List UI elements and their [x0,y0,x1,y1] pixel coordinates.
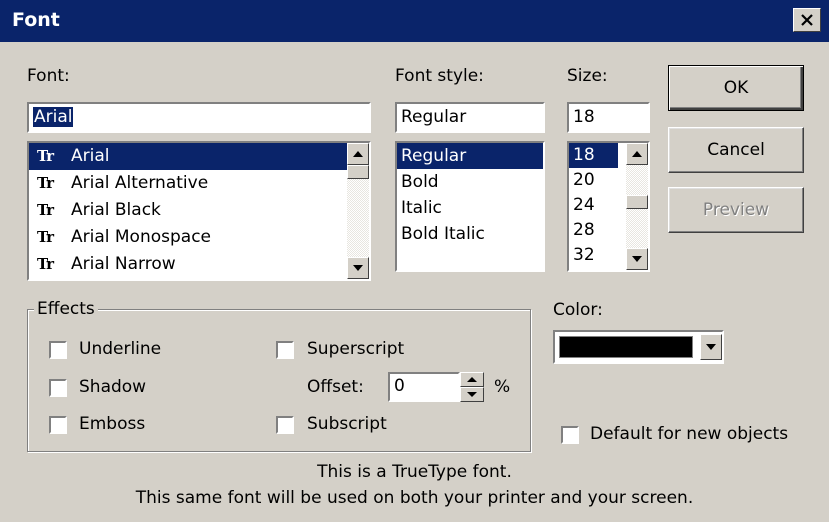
color-dropdown[interactable] [553,330,724,364]
size-input[interactable]: 18 [567,102,650,133]
size-item[interactable]: 18 [569,143,618,168]
underline-label: Underline [79,339,162,359]
arrow-up-icon [467,377,477,382]
superscript-checkbox[interactable] [276,341,294,359]
size-scroll-thumb[interactable] [626,195,648,209]
font-list-item[interactable]: Tr Arial [29,143,347,170]
cancel-button[interactable]: Cancel [668,127,804,173]
arrow-down-icon [467,392,477,397]
arrow-up-icon [353,151,363,157]
preview-button[interactable]: Preview [668,187,804,233]
truetype-icon: Tr [37,255,54,273]
font-style-item[interactable]: Bold [397,169,543,195]
size-item[interactable]: 32 [569,243,618,268]
size-list[interactable]: 18 20 24 28 32 [567,141,650,272]
spin-up-button[interactable] [460,372,484,387]
scroll-thumb[interactable] [347,165,369,179]
scroll-up-button[interactable] [347,143,369,165]
close-button[interactable] [793,8,821,32]
color-swatch [559,336,693,358]
arrow-down-icon [353,265,363,271]
font-style-label: Font style: [395,66,484,86]
font-style-value: Regular [401,107,467,127]
font-list-item[interactable]: Tr Arial Alternative [29,170,347,197]
font-list-item-label: Arial [71,146,110,166]
arrow-down-icon [632,256,642,262]
info-line-2: This same font will be used on both your… [135,488,694,508]
font-list-item-label: Arial Alternative [71,173,209,193]
offset-input[interactable]: 0 [388,372,460,402]
color-dropdown-button[interactable] [700,334,722,360]
truetype-icon: Tr [37,201,54,219]
arrow-up-icon [632,151,642,157]
font-style-item[interactable]: Italic [397,195,543,221]
offset-percent: % [494,377,511,397]
size-item[interactable]: 28 [569,218,618,243]
close-icon [801,14,813,26]
shadow-label: Shadow [79,377,147,397]
effects-legend: Effects [34,299,98,319]
chevron-down-icon [706,344,716,350]
font-list[interactable]: Tr Arial Tr Arial Alternative Tr Arial Black T… [27,141,371,281]
ok-button[interactable]: OK [668,65,804,111]
font-list-item[interactable]: Tr Arial Black [29,197,347,224]
truetype-icon: Tr [37,174,54,192]
size-item[interactable]: 20 [569,168,618,193]
font-list-item[interactable]: Tr Arial Monospace [29,224,347,251]
size-list-scrollbar[interactable] [626,143,648,270]
underline-checkbox[interactable] [49,341,67,359]
color-label: Color: [553,300,603,320]
default-for-new-label: Default for new objects [590,424,789,444]
window-title: Font [12,9,60,31]
font-list-item-label: Arial Narrow [71,254,176,274]
font-style-list[interactable]: Regular Bold Italic Bold Italic [395,141,545,272]
font-style-input[interactable]: Regular [395,102,545,133]
emboss-label: Emboss [79,414,146,434]
offset-label: Offset: [307,377,364,397]
size-item[interactable]: 24 [569,193,618,218]
superscript-label: Superscript [307,339,405,359]
truetype-icon: Tr [37,228,54,246]
title-bar [0,0,829,42]
font-label: Font: [27,66,70,86]
font-style-item[interactable]: Regular [397,143,543,169]
subscript-label: Subscript [307,414,387,434]
font-list-scrollbar[interactable] [347,143,369,279]
subscript-checkbox[interactable] [276,416,294,434]
emboss-checkbox[interactable] [49,416,67,434]
size-value: 18 [573,107,595,127]
size-label: Size: [567,66,608,86]
info-line-1: This is a TrueType font. [317,462,512,482]
font-list-item-label: Arial Monospace [71,227,212,247]
font-name-input[interactable]: Arial [27,102,371,133]
font-style-item[interactable]: Bold Italic [397,221,543,247]
truetype-icon: Tr [37,147,54,165]
font-list-item[interactable]: Tr Arial Narrow [29,251,347,278]
size-scroll-down-button[interactable] [626,248,648,270]
size-scroll-up-button[interactable] [626,143,648,165]
offset-value: 0 [394,376,405,396]
scroll-down-button[interactable] [347,257,369,279]
default-for-new-checkbox[interactable] [561,426,579,444]
shadow-checkbox[interactable] [49,379,67,397]
offset-spinner[interactable] [460,372,484,402]
spin-down-button[interactable] [460,387,484,402]
font-list-item-label: Arial Black [71,200,161,220]
font-name-value: Arial [33,107,74,127]
